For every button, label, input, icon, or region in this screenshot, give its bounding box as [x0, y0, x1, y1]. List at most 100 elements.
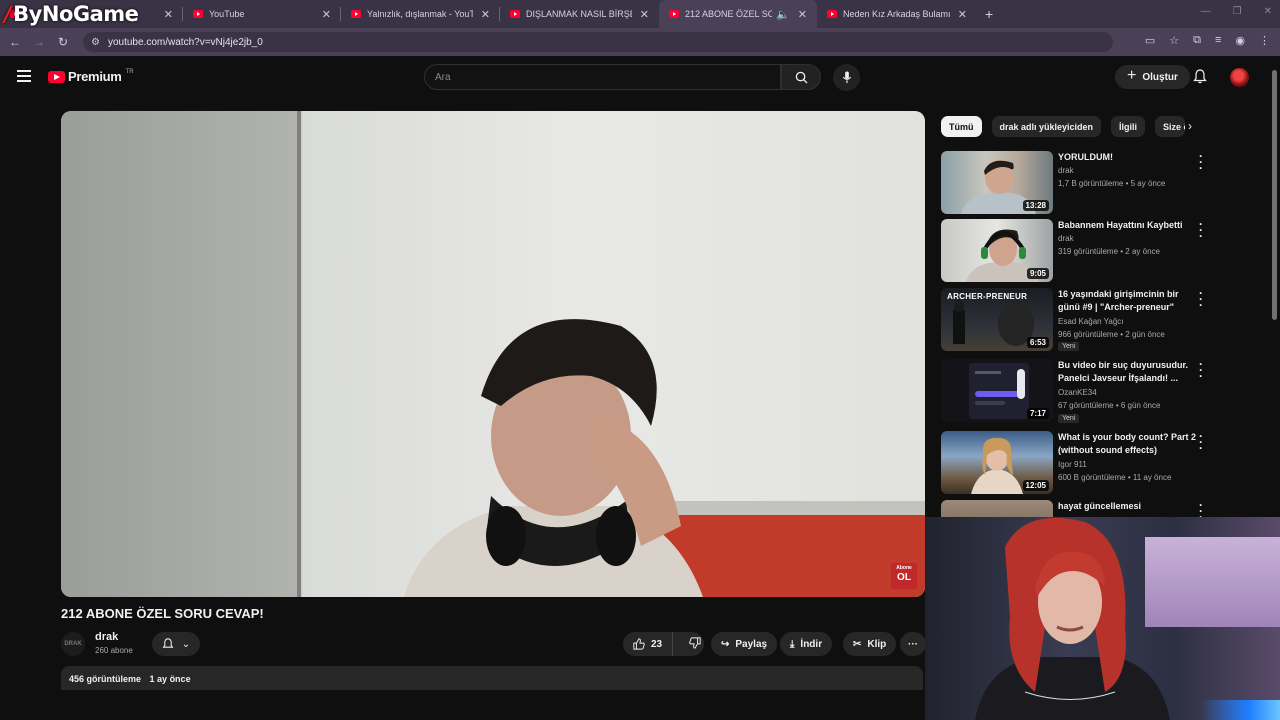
share-icon: ↪ [721, 638, 730, 650]
tab-title: Neden Kız Arkadaş Bulamıyoru [843, 9, 950, 19]
bell-icon [162, 638, 174, 648]
browser-tab-5[interactable]: Neden Kız Arkadaş Bulamıyoru ✕ [817, 0, 977, 28]
maximize-icon[interactable]: ❐ [1233, 6, 1242, 17]
youtube-play-icon [48, 70, 65, 83]
recommendation-title[interactable]: Babannem Hayattını Kaybetti [1058, 219, 1198, 232]
video-player[interactable]: Abone OL [61, 111, 925, 597]
share-button[interactable]: ↪ Paylaş [711, 632, 778, 656]
download-button[interactable]: ⤓ İndir [780, 632, 833, 656]
more-vertical-icon[interactable]: ··· [1199, 218, 1203, 242]
recommendation-item[interactable]: 13:28 YORULDUM! drak 1,7 B görüntüleme •… [941, 150, 1216, 215]
description-box[interactable]: 456 görüntüleme 1 ay önce [61, 666, 923, 690]
close-window-icon[interactable]: ✕ [1264, 6, 1272, 17]
streamer-webcam-overlay [925, 517, 1280, 720]
view-count: 456 görüntüleme [69, 674, 142, 684]
recommendation-channel[interactable]: OzanKE34 [1058, 388, 1097, 397]
subscriber-count: 260 abone [95, 646, 133, 655]
recommendation-channel[interactable]: drak [1058, 166, 1074, 175]
close-tab-icon[interactable]: ✕ [798, 8, 807, 21]
notification-toggle-button[interactable]: ⌄ [152, 632, 200, 656]
recommendation-title[interactable]: YORULDUM! [1058, 151, 1198, 164]
recommendation-item[interactable]: 9:05 Babannem Hayattını Kaybetti drak 31… [941, 218, 1216, 283]
reload-icon[interactable]: ↻ [51, 35, 75, 49]
more-vertical-icon[interactable]: ··· [1199, 358, 1203, 382]
page-scrollbar[interactable] [1271, 60, 1278, 320]
recommendation-item[interactable]: 12:05 What is your body count? Part 2 (w… [941, 430, 1216, 495]
recommendation-meta: 966 görüntüleme • 2 gün önce [1058, 330, 1165, 339]
channel-name[interactable]: drak [95, 631, 118, 643]
menu-icon[interactable] [17, 70, 31, 85]
close-tab-icon[interactable]: ✕ [640, 8, 649, 21]
channel-avatar[interactable]: DRAK [61, 632, 85, 656]
profile-icon[interactable]: ◉ [1235, 34, 1245, 47]
video-duration: 9:05 [1026, 268, 1049, 279]
subscribe-watermark[interactable]: Abone OL [891, 563, 917, 589]
recommendation-channel[interactable]: Igor 911 [1058, 460, 1087, 469]
clip-button[interactable]: ✂ Klip [843, 632, 897, 656]
site-info-icon[interactable]: ⚙ [91, 37, 100, 48]
video-thumbnail[interactable]: 13:28 [941, 151, 1053, 214]
recommendation-title[interactable]: 16 yaşındaki girişimcinin bir günü #9 | … [1058, 288, 1198, 314]
browser-tab-active[interactable]: 212 ABONE ÖZEL SORU CE 🔈 ✕ [659, 0, 817, 28]
recommendation-title[interactable]: What is your body count? Part 2 (without… [1058, 431, 1198, 457]
video-thumbnail[interactable]: 12:05 [941, 431, 1053, 494]
dislike-button[interactable] [679, 636, 711, 652]
more-vertical-icon[interactable]: ··· [1199, 287, 1203, 311]
url-bar[interactable]: ⚙ youtube.com/watch?v=vNj4je2jb_0 [83, 32, 1113, 52]
recommendation-channel[interactable]: drak [1058, 234, 1074, 243]
browser-menu-icon[interactable]: ⋮ [1259, 34, 1270, 47]
recommendation-title[interactable]: hayat güncellemesi [1058, 500, 1198, 513]
like-button[interactable]: 23 [623, 632, 674, 656]
thumbs-down-icon [689, 636, 701, 649]
reading-list-icon[interactable]: ≡ [1215, 34, 1221, 47]
close-tab-icon[interactable]: ✕ [322, 8, 331, 21]
back-arrow-icon[interactable]: ← [3, 35, 27, 49]
extensions-icon[interactable]: ⧉ [1193, 34, 1201, 47]
search-button[interactable] [781, 64, 821, 90]
browser-tab-2[interactable]: Yalnızlık, dışlanmak - YouTube ✕ [341, 0, 500, 28]
speaker-icon[interactable]: 🔈 [776, 8, 790, 21]
user-avatar[interactable] [1230, 68, 1249, 87]
recommendation-channel[interactable]: Esad Kağan Yağcı [1058, 317, 1124, 326]
more-vertical-icon[interactable]: ··· [1199, 430, 1203, 454]
recommendation-item[interactable]: 7:17 Bu video bir suç duyurusudur. Panel… [941, 358, 1216, 423]
tab-title: DIŞLANMAK NASIL BİRŞEY? - Y [526, 9, 632, 19]
more-actions-button[interactable]: ··· [900, 632, 926, 656]
more-vertical-icon[interactable]: ··· [1199, 150, 1203, 174]
browser-tab-1[interactable]: YouTube ✕ [183, 0, 341, 28]
close-tab-icon[interactable]: ✕ [164, 8, 173, 21]
close-tab-icon[interactable]: ✕ [481, 8, 490, 21]
voice-search-button[interactable] [833, 64, 860, 91]
recommendation-item[interactable]: ARCHER-PRENEUR 6:53 16 yaşındaki girişim… [941, 287, 1216, 352]
create-button[interactable]: + Oluştur [1115, 65, 1190, 89]
search-icon [795, 71, 808, 84]
led-lights [1200, 700, 1280, 720]
youtube-logo[interactable]: Premium TR [48, 69, 134, 84]
video-duration: 7:17 [1026, 408, 1049, 419]
video-thumbnail[interactable]: ARCHER-PRENEUR 6:53 [941, 288, 1053, 351]
youtube-header: Premium TR Ara + Oluştur [0, 56, 1280, 100]
video-title: 212 ABONE ÖZEL SORU CEVAP! [61, 606, 264, 621]
chip-for-you[interactable]: Size öz [1155, 116, 1186, 137]
like-dislike-group: 23 [623, 632, 704, 656]
forward-arrow-icon[interactable]: → [27, 35, 51, 49]
video-thumbnail[interactable]: 9:05 [941, 219, 1053, 282]
new-tab-icon[interactable]: + [985, 6, 993, 22]
recommendation-meta: 1,7 B görüntüleme • 5 ay önce [1058, 179, 1166, 188]
notifications-bell-icon[interactable] [1193, 69, 1207, 89]
chevron-right-icon[interactable]: › [1188, 119, 1192, 133]
chip-all[interactable]: Tümü [941, 116, 982, 137]
cast-icon[interactable]: ▭ [1145, 34, 1155, 47]
thumbs-up-icon [633, 638, 645, 650]
recommendation-meta: 67 görüntüleme • 6 gün önce [1058, 401, 1161, 410]
video-thumbnail[interactable]: 7:17 [941, 359, 1053, 422]
chip-related[interactable]: İlgili [1111, 116, 1146, 137]
bookmark-star-icon[interactable]: ☆ [1169, 34, 1179, 47]
address-toolbar: ← → ↻ ⚙ youtube.com/watch?v=vNj4je2jb_0 [0, 28, 1280, 56]
browser-tab-3[interactable]: DIŞLANMAK NASIL BİRŞEY? - Y ✕ [500, 0, 659, 28]
close-tab-icon[interactable]: ✕ [958, 8, 967, 21]
recommendation-title[interactable]: Bu video bir suç duyurusudur. Panelci Ja… [1058, 359, 1198, 385]
minimize-icon[interactable]: — [1201, 6, 1211, 17]
chip-from-uploader[interactable]: drak adlı yükleyiciden [991, 116, 1102, 137]
search-input[interactable]: Ara [424, 64, 781, 90]
